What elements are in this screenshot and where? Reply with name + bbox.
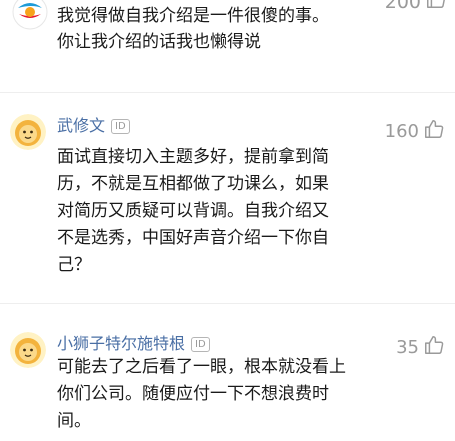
weibo-logo-icon[interactable] xyxy=(10,0,50,32)
like-button[interactable]: 35 xyxy=(396,334,445,361)
lion-avatar-icon[interactable] xyxy=(10,332,46,368)
comment-line: 你们公司。随便应付一下不想浪费时 xyxy=(57,384,329,404)
comment-line: 对简历又质疑可以背调。自我介绍又 xyxy=(57,201,329,221)
divider xyxy=(0,303,455,304)
comment-line: 不是选秀，中国好声音介绍一下你自 xyxy=(57,228,329,248)
username-text: 武修文 xyxy=(57,116,106,135)
comment-line: 我觉得做自我介绍是一件很傻的事。 xyxy=(57,6,329,26)
comment-line: 间。 xyxy=(57,411,91,431)
thumbs-up-icon xyxy=(423,118,445,145)
like-count: 160 xyxy=(384,121,419,142)
comment-item: 小狮子特尔施特根 ID 35 可能去了之后看了一眼，根本就没看上 你们公司。随便应… xyxy=(0,326,455,441)
id-badge: ID xyxy=(111,119,130,134)
comment-line: 面试直接切入主题多好，提前拿到简 xyxy=(57,147,329,167)
username-text: 小狮子特尔施特根 xyxy=(57,334,186,353)
comment-line: 可能去了之后看了一眼，根本就没看上 xyxy=(57,357,346,377)
id-badge: ID xyxy=(191,337,210,352)
thumbs-up-icon xyxy=(423,334,445,361)
comment-text: 我觉得做自我介绍是一件很傻的事。 你让我介绍的话我也懒得说 xyxy=(57,3,437,55)
comment-line: 历，不就是互相都做了功课么，如果 xyxy=(57,174,329,194)
comment-item: 武修文 ID 160 面试直接切入主题多好，提前拿到简 历，不就是互相都做了功课么… xyxy=(0,108,455,298)
divider xyxy=(0,92,455,93)
comment-text: 面试直接切入主题多好，提前拿到简 历，不就是互相都做了功课么，如果 对简历又质疑… xyxy=(57,144,397,279)
comment-line: 你让我介绍的话我也懒得说 xyxy=(57,32,261,52)
like-count: 35 xyxy=(396,337,419,358)
like-button[interactable]: 160 xyxy=(385,118,445,145)
comment-username[interactable]: 小狮子特尔施特根 ID xyxy=(57,330,210,354)
comment-text: 可能去了之后看了一眼，根本就没看上 你们公司。随便应付一下不想浪费时 间。 xyxy=(57,354,397,435)
lion-avatar-icon[interactable] xyxy=(10,114,46,150)
comment-item: 200 我觉得做自我介绍是一件很傻的事。 你让我介绍的话我也懒得说 xyxy=(0,0,455,77)
comment-line: 己？ xyxy=(57,255,91,275)
comment-list: 200 我觉得做自我介绍是一件很傻的事。 你让我介绍的话我也懒得说 武修文 ID… xyxy=(0,0,455,441)
comment-username[interactable]: 武修文 ID xyxy=(57,112,130,136)
